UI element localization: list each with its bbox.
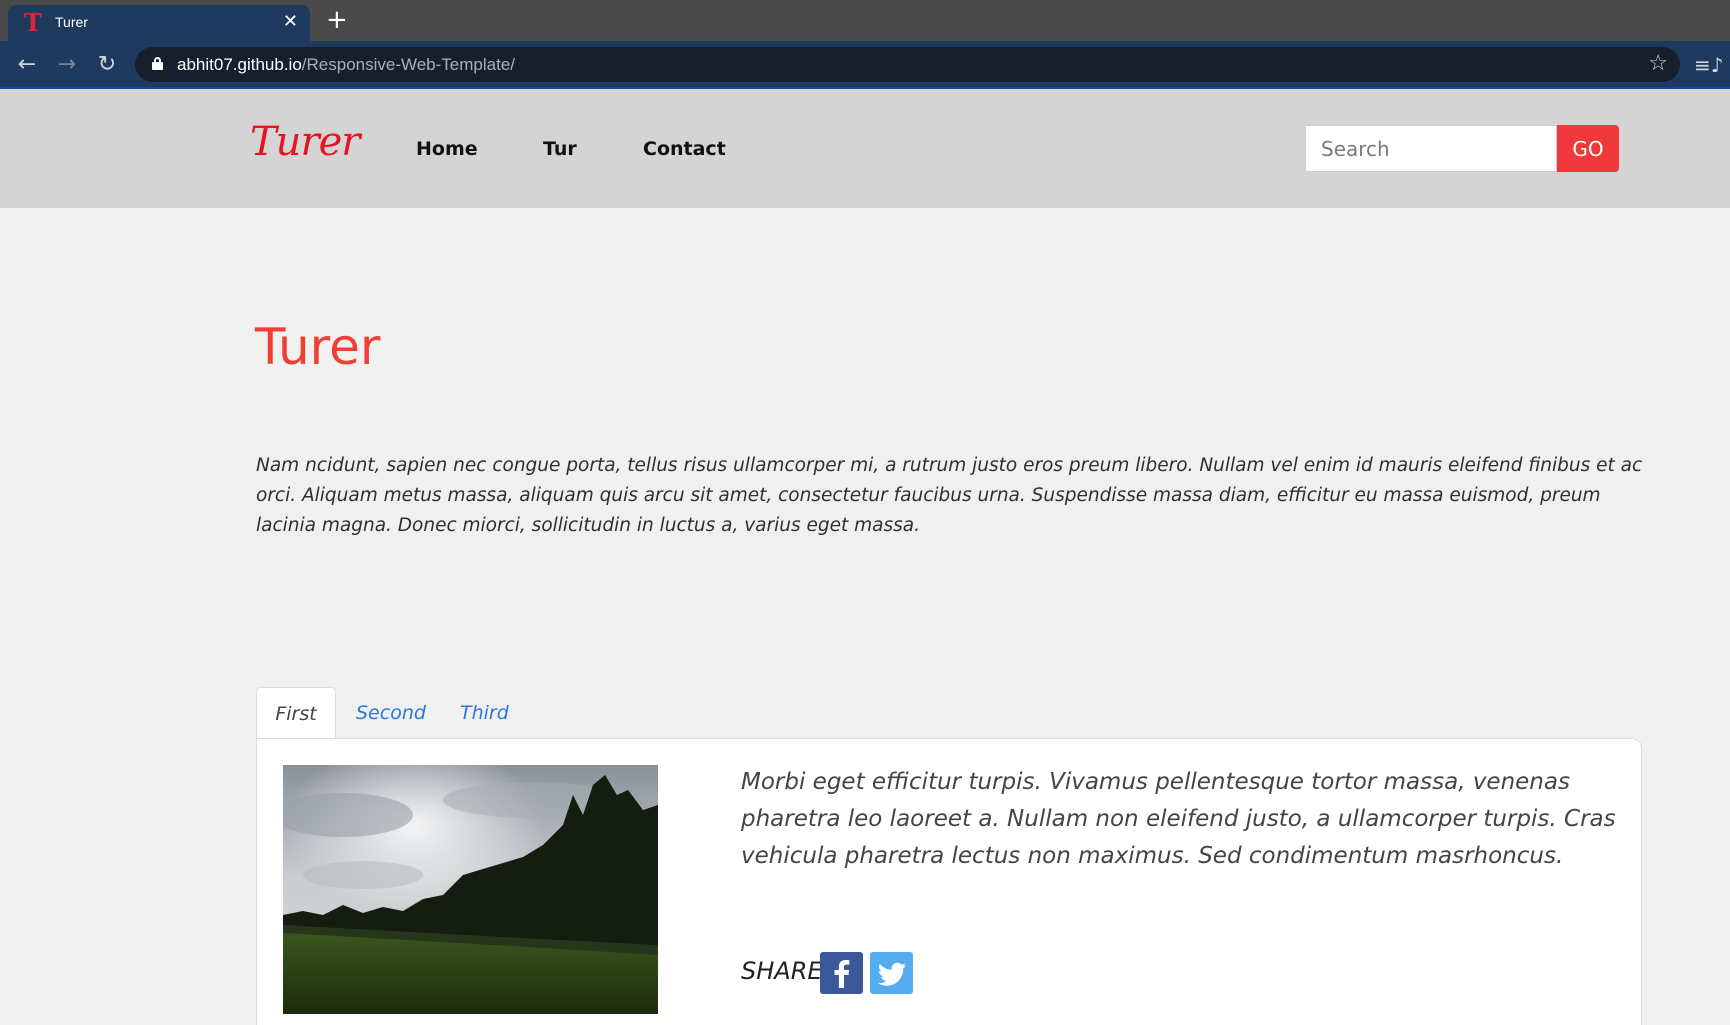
- back-icon[interactable]: ←: [12, 50, 42, 80]
- new-tab-icon[interactable]: +: [326, 6, 348, 34]
- tab-first[interactable]: First: [256, 687, 336, 739]
- nav-home[interactable]: Home: [416, 138, 478, 160]
- nav-contact[interactable]: Contact: [643, 138, 726, 160]
- favicon-icon: T: [24, 8, 42, 37]
- url-text: abhit07.github.io/Responsive-Web-Templat…: [177, 55, 516, 74]
- tab-third[interactable]: Third: [460, 687, 509, 739]
- panel-paragraph: Morbi eget efficitur turpis. Vivamus pel…: [741, 769, 1616, 869]
- close-icon[interactable]: ✕: [283, 12, 298, 32]
- bookmark-star-icon[interactable]: ☆: [1648, 51, 1668, 77]
- browser-tab[interactable]: T Turer ✕: [8, 5, 310, 41]
- tab-panel: Morbi eget efficitur turpis. Vivamus pel…: [256, 738, 1642, 1025]
- reload-icon[interactable]: ↻: [92, 50, 122, 80]
- address-bar[interactable]: abhit07.github.io/Responsive-Web-Templat…: [135, 47, 1680, 82]
- intro-paragraph: Nam ncidunt, sapien nec congue porta, te…: [256, 455, 1643, 536]
- page-title: Turer: [255, 318, 381, 376]
- tab-title: Turer: [55, 14, 88, 30]
- media-control-icon[interactable]: ≡♪: [1694, 55, 1724, 75]
- browser-tab-strip: T Turer ✕ +: [0, 0, 1730, 41]
- go-button[interactable]: GO: [1557, 125, 1619, 172]
- search-input[interactable]: [1305, 125, 1557, 172]
- site-header: Turer Home Tur Contact GO: [0, 89, 1730, 208]
- browser-toolbar: ← → ↻ abhit07.github.io/Responsive-Web-T…: [0, 41, 1730, 89]
- facebook-icon[interactable]: [820, 952, 863, 994]
- tab-second[interactable]: Second: [356, 687, 426, 739]
- share-label: SHARE: [741, 957, 823, 985]
- landscape-image: [283, 765, 658, 1014]
- site-logo[interactable]: Turer: [250, 119, 360, 165]
- lock-icon: [152, 57, 163, 70]
- twitter-icon[interactable]: [870, 952, 913, 994]
- forward-icon[interactable]: →: [52, 50, 82, 80]
- nav-tur[interactable]: Tur: [543, 138, 577, 160]
